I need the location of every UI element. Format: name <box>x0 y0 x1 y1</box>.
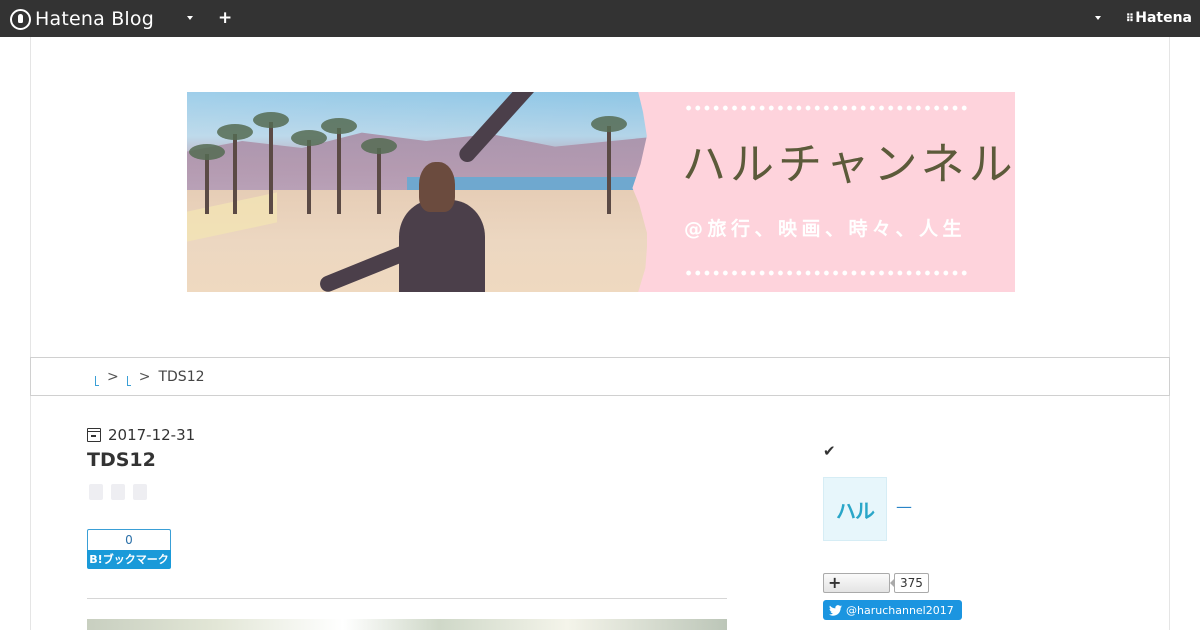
bookmark-count[interactable]: 0 <box>87 529 171 550</box>
entry-date[interactable]: 2017-12-31 <box>87 426 195 444</box>
plus-icon[interactable]: + <box>218 9 232 27</box>
palm-tree <box>217 124 253 214</box>
tag-placeholder[interactable] <box>89 484 103 500</box>
banner-title: ハルチャンネル <box>682 139 1015 190</box>
breadcrumb-separator: > <box>138 368 151 385</box>
entry-date-text: 2017-12-31 <box>108 426 196 444</box>
entry-divider <box>87 598 727 599</box>
bookmark-label[interactable]: B!ブックマーク <box>87 550 171 569</box>
entry-tags <box>89 484 147 500</box>
author-name-link[interactable]: — <box>896 497 912 516</box>
brand-text: Hatena <box>1135 10 1192 26</box>
banner-person <box>399 200 485 292</box>
entry-title[interactable]: TDS12 <box>87 449 156 471</box>
chevron-down-icon[interactable] <box>187 16 193 20</box>
author-avatar[interactable]: ハル <box>823 477 887 541</box>
twitter-bird-icon <box>829 604 842 616</box>
breadcrumb-link-entry[interactable] <box>126 375 131 386</box>
tag-placeholder[interactable] <box>133 484 147 500</box>
logo-text: Hatena Blog <box>35 8 154 30</box>
banner-dots-top <box>684 105 969 111</box>
global-header: Hatena Blog + ⠿ Hatena <box>0 0 1200 37</box>
banner-person-hair <box>419 162 455 212</box>
banner-photo <box>187 92 647 292</box>
hatena-blog-logo[interactable]: Hatena Blog <box>10 7 154 31</box>
palm-tree <box>361 138 397 214</box>
follow-button[interactable]: + <box>823 573 890 593</box>
blog-container: ハルチャンネル @旅行、映画、時々、人生 <box>30 37 1170 630</box>
breadcrumb-current: TDS12 <box>158 368 205 385</box>
twitter-follow-button[interactable]: @haruchannel2017 <box>823 600 962 620</box>
twitter-handle: @haruchannel2017 <box>846 603 954 617</box>
chevron-down-icon[interactable] <box>1095 16 1101 20</box>
palm-tree <box>591 116 627 214</box>
breadcrumb-link-top[interactable] <box>95 375 99 386</box>
palm-tree <box>189 144 225 214</box>
palm-tree <box>253 112 289 214</box>
hatena-brand-icon: ⠿ <box>1125 11 1134 25</box>
plus-icon: + <box>828 573 842 592</box>
blog-header-banner[interactable]: ハルチャンネル @旅行、映画、時々、人生 <box>187 92 1015 292</box>
breadcrumb-separator: > <box>107 368 119 385</box>
check-icon: ✔ <box>823 442 836 460</box>
hatena-logo-icon <box>10 8 31 30</box>
follower-count: 375 <box>890 573 929 593</box>
banner-dots-bottom <box>684 270 969 276</box>
tag-placeholder[interactable] <box>111 484 125 500</box>
hatena-brand-link[interactable]: ⠿ Hatena <box>1126 10 1192 26</box>
palm-tree <box>321 118 357 214</box>
banner-subtitle: @旅行、映画、時々、人生 <box>684 218 967 240</box>
calendar-icon <box>87 428 101 442</box>
palm-tree <box>291 130 327 214</box>
breadcrumb: > > TDS12 <box>30 357 1170 396</box>
article-image <box>87 619 727 630</box>
hatena-bookmark-button[interactable]: 0 B!ブックマーク <box>87 529 171 569</box>
